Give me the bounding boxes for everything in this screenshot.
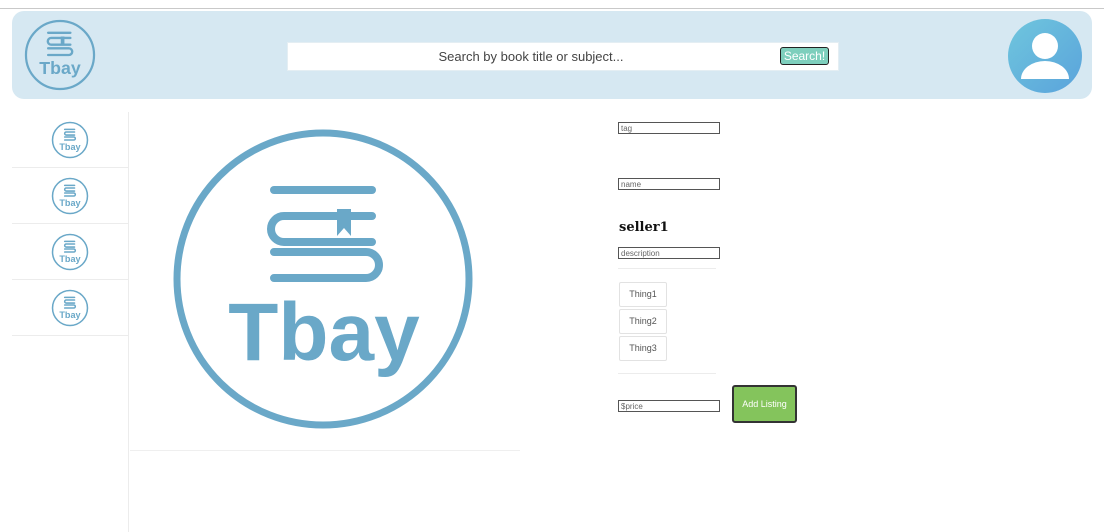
- divider: [618, 268, 716, 269]
- search-bar: Search!: [287, 42, 839, 71]
- seller-name: seller1: [619, 220, 669, 235]
- divider: [618, 373, 716, 374]
- add-listing-button[interactable]: Add Listing: [732, 385, 797, 423]
- sidebar: Tbay Tbay Tbay Tbay: [12, 112, 129, 532]
- thing-item[interactable]: Thing2: [619, 309, 667, 334]
- search-input[interactable]: [288, 43, 774, 70]
- listing-image-text: Tbay: [228, 287, 420, 378]
- top-border: [0, 8, 1104, 9]
- tbay-logo-icon: Tbay: [51, 177, 89, 215]
- sidebar-item[interactable]: Tbay: [12, 280, 128, 336]
- name-input[interactable]: [618, 178, 720, 190]
- thing-item[interactable]: Thing3: [619, 336, 667, 361]
- tbay-logo-icon: Tbay: [51, 121, 89, 159]
- tbay-logo-icon: Tbay: [51, 233, 89, 271]
- user-icon: [1021, 33, 1069, 79]
- sidebar-item[interactable]: Tbay: [12, 168, 128, 224]
- thing-item[interactable]: Thing1: [619, 282, 667, 307]
- price-input[interactable]: [618, 400, 720, 412]
- svg-text:Tbay: Tbay: [59, 310, 81, 320]
- svg-text:Tbay: Tbay: [59, 142, 81, 152]
- tbay-logo-icon: Tbay: [51, 289, 89, 327]
- listing-image: Tbay: [173, 129, 473, 429]
- description-input[interactable]: [618, 247, 720, 259]
- header-bar: Tbay Search!: [12, 11, 1092, 99]
- sidebar-item[interactable]: Tbay: [12, 224, 128, 280]
- sidebar-item[interactable]: Tbay: [12, 112, 128, 168]
- svg-text:Tbay: Tbay: [59, 198, 81, 208]
- svg-text:Tbay: Tbay: [59, 254, 81, 264]
- user-avatar[interactable]: [1008, 19, 1082, 93]
- tbay-logo[interactable]: Tbay: [23, 18, 97, 92]
- tag-input[interactable]: [618, 122, 720, 134]
- logo-text: Tbay: [39, 58, 81, 78]
- search-button[interactable]: Search!: [780, 47, 829, 65]
- image-divider: [130, 450, 520, 451]
